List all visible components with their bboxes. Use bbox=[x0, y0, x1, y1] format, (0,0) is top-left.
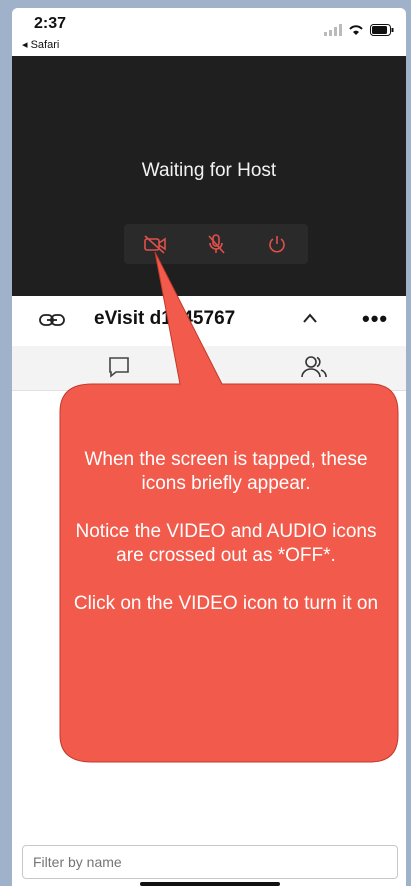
callout-line-1: When the screen is tapped, these icons b… bbox=[84, 449, 368, 494]
callout-line-2: Notice the VIDEO and AUDIO icons are cro… bbox=[75, 521, 377, 566]
callout-bubble bbox=[59, 251, 399, 763]
callout-text: When the screen is tapped, these icons b… bbox=[68, 448, 384, 640]
callout-line-3: Click on the VIDEO icon to turn it on bbox=[73, 593, 379, 614]
